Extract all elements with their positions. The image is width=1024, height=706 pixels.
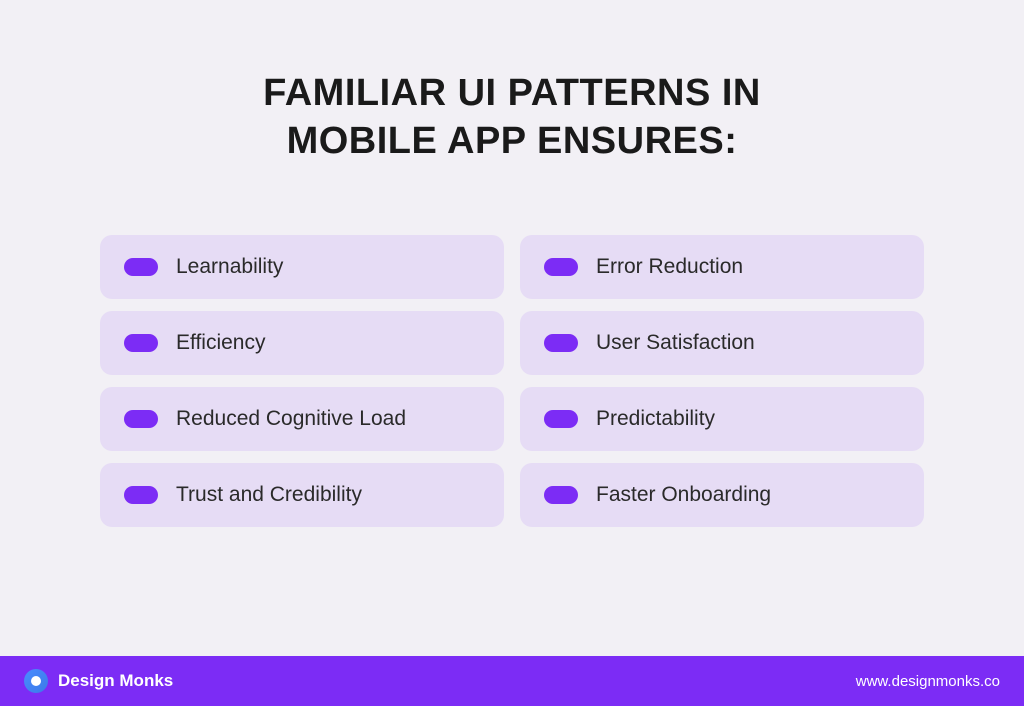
page-title: FAMILIAR UI PATTERNS IN MOBILE APP ENSUR…: [100, 70, 924, 165]
benefit-item: Reduced Cognitive Load: [100, 387, 504, 451]
benefit-item: Efficiency: [100, 311, 504, 375]
bullet-icon: [544, 410, 578, 428]
brand-name: Design Monks: [58, 671, 173, 691]
benefits-grid: Learnability Error Reduction Efficiency …: [100, 235, 924, 527]
benefit-label: Faster Onboarding: [596, 483, 771, 507]
website-url: www.designmonks.co: [856, 673, 1000, 690]
benefit-label: Learnability: [176, 255, 283, 279]
benefit-label: Efficiency: [176, 331, 266, 355]
benefit-item: Faster Onboarding: [520, 463, 924, 527]
benefit-item: Error Reduction: [520, 235, 924, 299]
bullet-icon: [544, 486, 578, 504]
title-line-1: FAMILIAR UI PATTERNS IN: [263, 72, 761, 114]
bullet-icon: [544, 258, 578, 276]
footer: Design Monks www.designmonks.co: [0, 656, 1024, 706]
benefit-label: Error Reduction: [596, 255, 743, 279]
benefit-label: Reduced Cognitive Load: [176, 407, 406, 431]
benefit-item: User Satisfaction: [520, 311, 924, 375]
benefit-item: Trust and Credibility: [100, 463, 504, 527]
bullet-icon: [124, 486, 158, 504]
benefit-label: Trust and Credibility: [176, 483, 362, 507]
bullet-icon: [124, 258, 158, 276]
title-line-2: MOBILE APP ENSURES:: [287, 120, 738, 162]
benefit-item: Predictability: [520, 387, 924, 451]
brand: Design Monks: [24, 669, 173, 693]
benefit-label: User Satisfaction: [596, 331, 755, 355]
benefit-label: Predictability: [596, 407, 715, 431]
bullet-icon: [124, 410, 158, 428]
bullet-icon: [544, 334, 578, 352]
bullet-icon: [124, 334, 158, 352]
benefit-item: Learnability: [100, 235, 504, 299]
brand-logo-icon: [24, 669, 48, 693]
